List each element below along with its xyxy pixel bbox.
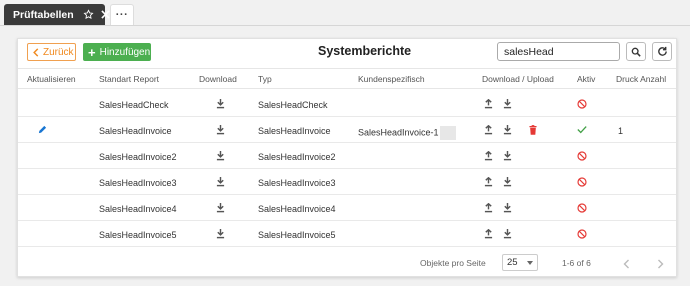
col-typ[interactable]: Typ bbox=[258, 74, 272, 84]
tab-pruftabellen[interactable]: Prüftabellen bbox=[4, 4, 110, 25]
download-icon[interactable] bbox=[503, 229, 512, 239]
table-header: Aktualisieren Standart Report Download T… bbox=[18, 68, 676, 89]
typ-cell: SalesHeadInvoice bbox=[258, 126, 331, 136]
typ-cell: SalesHeadInvoice4 bbox=[258, 204, 336, 214]
col-standart-report[interactable]: Standart Report bbox=[99, 74, 159, 84]
download-icon[interactable] bbox=[503, 125, 512, 135]
redacted-area bbox=[439, 126, 456, 140]
col-aktiv[interactable]: Aktiv bbox=[577, 74, 595, 84]
tab-divider bbox=[0, 25, 690, 26]
download-icon[interactable] bbox=[216, 125, 225, 135]
col-druck-anzahl[interactable]: Druck Anzahl bbox=[616, 74, 666, 84]
report-cell: SalesHeadInvoice4 bbox=[99, 204, 177, 214]
chevron-left-icon bbox=[32, 47, 39, 57]
close-icon[interactable] bbox=[101, 10, 110, 19]
toolbar: Zurück + Hinzufügen Systemberichte bbox=[18, 39, 676, 67]
block-icon[interactable] bbox=[577, 151, 587, 161]
search-input[interactable] bbox=[497, 42, 620, 61]
col-aktualisieren[interactable]: Aktualisieren bbox=[27, 74, 76, 84]
kunden-cell: SalesHeadInvoice-1 bbox=[358, 126, 456, 140]
add-button[interactable]: + Hinzufügen bbox=[83, 43, 151, 61]
chevron-right-icon bbox=[658, 259, 664, 269]
report-cell: SalesHeadCheck bbox=[99, 100, 169, 110]
download-icon[interactable] bbox=[503, 203, 512, 213]
next-page-button[interactable] bbox=[657, 256, 664, 274]
tab-label: Prüftabellen bbox=[13, 8, 74, 21]
typ-cell: SalesHeadInvoice5 bbox=[258, 230, 336, 240]
plus-icon: + bbox=[88, 44, 96, 60]
report-cell: SalesHeadInvoice5 bbox=[99, 230, 177, 240]
prev-page-button[interactable] bbox=[623, 256, 630, 274]
page-range: 1-6 of 6 bbox=[562, 258, 591, 268]
table-row: SalesHeadInvoice5 SalesHeadInvoice5 bbox=[18, 222, 676, 247]
edit-pencil-icon[interactable] bbox=[38, 125, 47, 134]
block-icon[interactable] bbox=[577, 177, 587, 187]
table-row: SalesHeadCheck SalesHeadCheck bbox=[18, 92, 676, 117]
tab-bar: Prüftabellen ··· bbox=[0, 0, 690, 30]
report-cell: SalesHeadInvoice2 bbox=[99, 152, 177, 162]
block-icon[interactable] bbox=[577, 203, 587, 213]
download-icon[interactable] bbox=[216, 203, 225, 213]
refresh-icon bbox=[657, 46, 667, 56]
col-kundenspezifisch[interactable]: Kundenspezifisch bbox=[358, 74, 425, 84]
download-icon[interactable] bbox=[216, 229, 225, 239]
delete-trash-icon[interactable] bbox=[529, 125, 537, 135]
system-reports-card: Zurück + Hinzufügen Systemberichte Aktua… bbox=[17, 38, 677, 277]
upload-icon[interactable] bbox=[484, 151, 493, 161]
table-row: SalesHeadInvoice SalesHeadInvoice SalesH… bbox=[18, 118, 676, 143]
upload-icon[interactable] bbox=[484, 177, 493, 187]
download-icon[interactable] bbox=[503, 99, 512, 109]
col-download[interactable]: Download bbox=[199, 74, 237, 84]
search-icon bbox=[631, 47, 641, 57]
table-row: SalesHeadInvoice4 SalesHeadInvoice4 bbox=[18, 196, 676, 221]
download-icon[interactable] bbox=[503, 177, 512, 187]
download-icon[interactable] bbox=[216, 177, 225, 187]
typ-cell: SalesHeadCheck bbox=[258, 100, 328, 110]
download-icon[interactable] bbox=[216, 99, 225, 109]
block-icon[interactable] bbox=[577, 229, 587, 239]
upload-icon[interactable] bbox=[484, 203, 493, 213]
check-icon[interactable] bbox=[577, 125, 587, 134]
caret-down-icon bbox=[527, 261, 533, 265]
block-icon[interactable] bbox=[577, 99, 587, 109]
more-tabs-button[interactable]: ··· bbox=[110, 4, 134, 25]
col-download-upload[interactable]: Download / Upload bbox=[482, 74, 554, 84]
per-page-label: Objekte pro Seite bbox=[420, 258, 486, 268]
chevron-left-icon bbox=[623, 259, 629, 269]
upload-icon[interactable] bbox=[484, 99, 493, 109]
typ-cell: SalesHeadInvoice3 bbox=[258, 178, 336, 188]
per-page-select[interactable]: 25 bbox=[502, 254, 538, 271]
pagination-footer: Objekte pro Seite 25 1-6 of 6 bbox=[18, 250, 676, 276]
add-label: Hinzufügen bbox=[99, 46, 151, 58]
refresh-button[interactable] bbox=[652, 42, 672, 61]
search-button[interactable] bbox=[626, 42, 646, 61]
upload-icon[interactable] bbox=[484, 229, 493, 239]
report-cell: SalesHeadInvoice3 bbox=[99, 178, 177, 188]
table-row: SalesHeadInvoice3 SalesHeadInvoice3 bbox=[18, 170, 676, 195]
download-icon[interactable] bbox=[216, 151, 225, 161]
back-label: Zurück bbox=[43, 46, 74, 58]
table-row: SalesHeadInvoice2 SalesHeadInvoice2 bbox=[18, 144, 676, 169]
kunden-value: SalesHeadInvoice-1 bbox=[358, 127, 439, 138]
star-outline-icon[interactable] bbox=[83, 9, 94, 20]
back-button[interactable]: Zurück bbox=[27, 43, 76, 61]
anzahl-cell: 1 bbox=[618, 126, 624, 136]
download-icon[interactable] bbox=[503, 151, 512, 161]
typ-cell: SalesHeadInvoice2 bbox=[258, 152, 336, 162]
page-title: Systemberichte bbox=[318, 44, 412, 58]
per-page-value: 25 bbox=[507, 257, 518, 268]
report-cell: SalesHeadInvoice bbox=[99, 126, 172, 136]
upload-icon[interactable] bbox=[484, 125, 493, 135]
